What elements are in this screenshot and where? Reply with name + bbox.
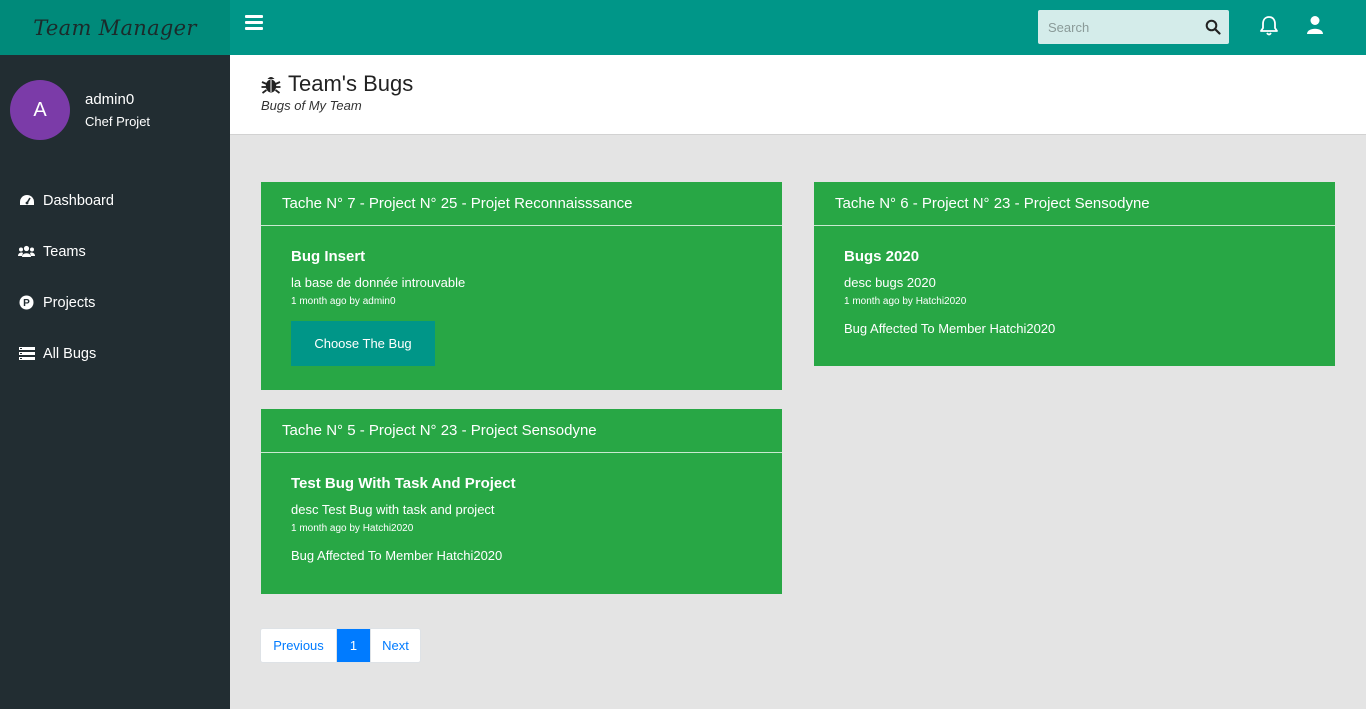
svg-text:P: P xyxy=(23,298,30,309)
card-header: Tache N° 7 - Project N° 25 - Projet Reco… xyxy=(261,182,782,226)
search-input[interactable] xyxy=(1038,10,1198,44)
sidebar-item-label: Dashboard xyxy=(43,192,114,209)
previous-page-button[interactable]: Previous xyxy=(261,629,337,662)
page-1-button[interactable]: 1 xyxy=(337,629,370,662)
sidebar-item-teams[interactable]: Teams xyxy=(0,226,230,277)
bug-title: Test Bug With Task And Project xyxy=(291,475,516,492)
search-icon[interactable] xyxy=(1205,19,1221,35)
bug-meta: 1 month ago by Hatchi2020 xyxy=(291,523,414,534)
brand-text: Team Manager xyxy=(33,15,197,40)
card-header: Tache N° 6 - Project N° 23 - Project Sen… xyxy=(814,182,1335,226)
bug-card: Tache N° 7 - Project N° 25 - Projet Reco… xyxy=(261,182,782,390)
bug-description: desc bugs 2020 xyxy=(844,275,936,290)
menu-toggle-icon[interactable] xyxy=(245,15,265,33)
user-icon[interactable] xyxy=(1306,15,1324,35)
bug-title: Bugs 2020 xyxy=(844,248,920,265)
bug-card: Tache N° 6 - Project N° 23 - Project Sen… xyxy=(814,182,1335,366)
bug-affected-text: Bug Affected To Member Hatchi2020 xyxy=(291,548,503,563)
dashboard-icon xyxy=(18,192,35,209)
sidebar-nav: Dashboard Teams P Projects All Bugs xyxy=(0,175,230,379)
choose-bug-button[interactable]: Choose The Bug xyxy=(291,321,435,366)
sidebar-item-label: Teams xyxy=(43,243,86,260)
sidebar-item-label: All Bugs xyxy=(43,345,97,362)
project-icon: P xyxy=(18,294,35,311)
bug-description: desc Test Bug with task and project xyxy=(291,502,495,517)
search-box xyxy=(1038,10,1229,44)
next-page-button[interactable]: Next xyxy=(370,629,420,662)
bug-meta: 1 month ago by Hatchi2020 xyxy=(844,296,967,307)
users-icon xyxy=(18,243,35,260)
sidebar-item-all-bugs[interactable]: All Bugs xyxy=(0,328,230,379)
top-navbar xyxy=(230,0,1366,55)
user-name: admin0 xyxy=(85,91,135,108)
bug-card: Tache N° 5 - Project N° 23 - Project Sen… xyxy=(261,409,782,594)
page-header: Team's Bugs Bugs of My Team xyxy=(230,55,1366,135)
bug-affected-text: Bug Affected To Member Hatchi2020 xyxy=(844,321,1056,336)
bell-icon[interactable] xyxy=(1259,15,1279,37)
bug-meta: 1 month ago by admin0 xyxy=(291,296,396,307)
avatar-letter: A xyxy=(33,98,47,121)
sidebar-item-label: Projects xyxy=(43,294,96,311)
pagination: Previous 1 Next xyxy=(260,628,421,663)
bug-icon xyxy=(261,77,281,94)
sidebar-item-projects[interactable]: P Projects xyxy=(0,277,230,328)
card-header: Tache N° 5 - Project N° 23 - Project Sen… xyxy=(261,409,782,453)
page-title: Team's Bugs xyxy=(288,71,414,96)
list-icon xyxy=(18,345,35,362)
bug-description: la base de donnée introuvable xyxy=(291,275,466,290)
page-subtitle: Bugs of My Team xyxy=(261,98,362,113)
sidebar-item-dashboard[interactable]: Dashboard xyxy=(0,175,230,226)
brand-logo[interactable]: Team Manager xyxy=(0,0,230,55)
bug-title: Bug Insert xyxy=(291,248,366,265)
user-role: Chef Projet xyxy=(85,114,151,129)
sidebar: A admin0 Chef Projet Dashboard Teams P P… xyxy=(0,55,230,709)
avatar[interactable]: A xyxy=(10,80,70,140)
